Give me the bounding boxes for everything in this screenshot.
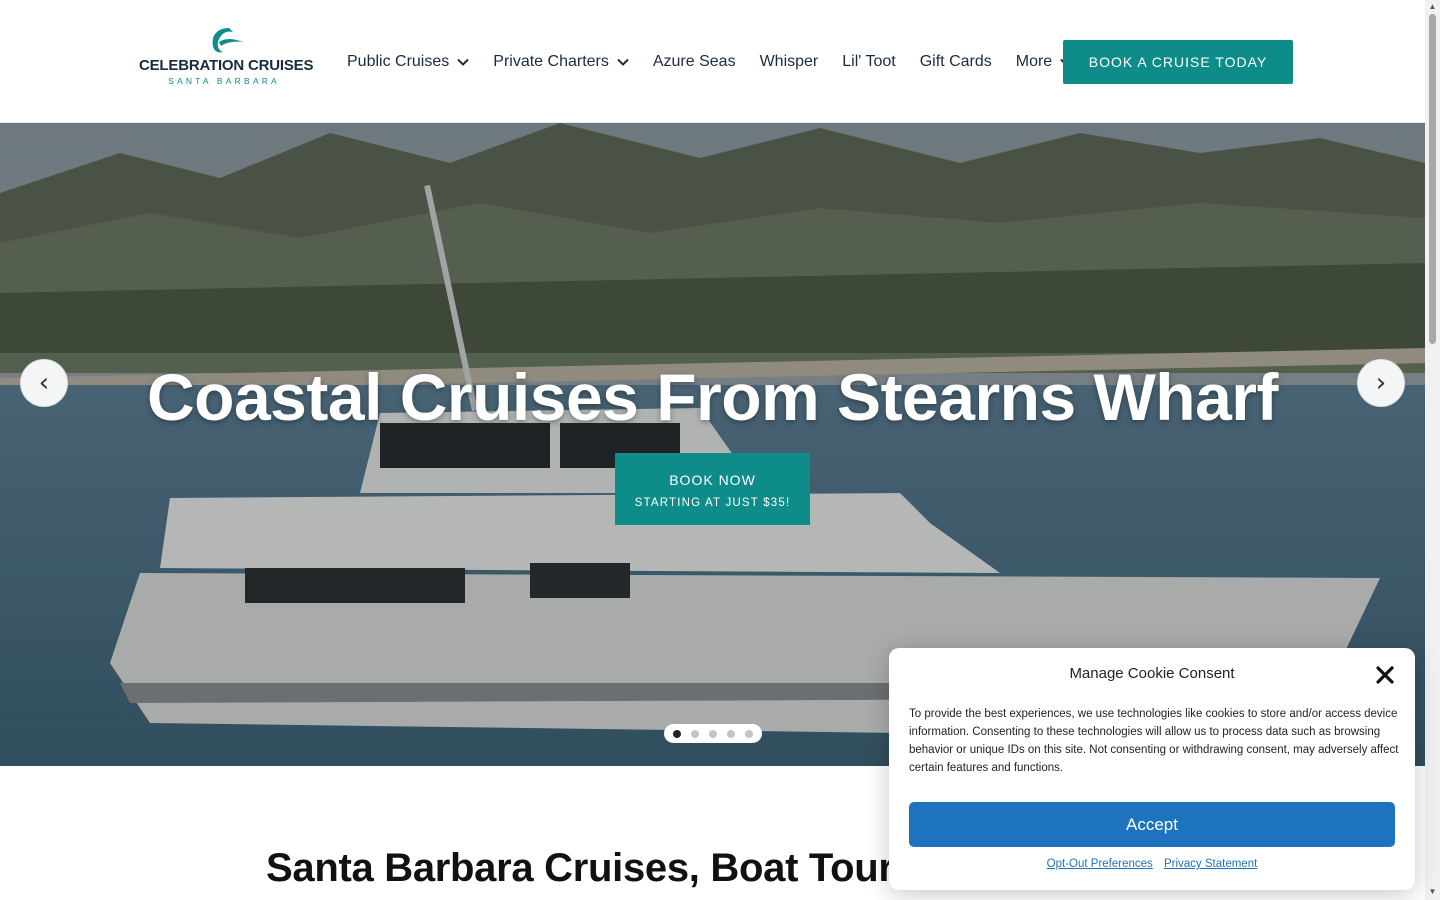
nav-label: More (1015, 53, 1053, 70)
slider-next-button[interactable]: › (1357, 359, 1405, 407)
chevron-down-icon (617, 58, 629, 66)
nav-public-cruises[interactable]: Public Cruises (347, 53, 469, 71)
scroll-up-icon[interactable]: ▲ (1428, 2, 1437, 11)
wave-logo-icon (212, 28, 243, 53)
logo-name: CELEBRATION CRUISES (139, 57, 314, 74)
nav-label: Private Charters (493, 53, 609, 70)
cookie-consent-dialog: Manage Cookie Consent To provide the bes… (889, 648, 1415, 890)
book-now-label: BOOK NOW (669, 471, 756, 488)
slider-dot-5[interactable] (745, 729, 753, 738)
hero-title: Coastal Cruises From Stearns Wharf (147, 360, 1278, 434)
book-now-price: STARTING AT JUST $35! (634, 496, 791, 509)
book-now-button[interactable]: BOOK NOW STARTING AT JUST $35! (615, 453, 810, 525)
slider-dot-3[interactable] (709, 729, 717, 738)
nav-label: Azure Seas (652, 53, 736, 70)
chevron-right-icon: › (1375, 368, 1387, 398)
cookie-title: Manage Cookie Consent (1069, 665, 1235, 682)
opt-out-preferences-link[interactable]: Opt-Out Preferences (1047, 858, 1153, 870)
cookie-description: To provide the best experiences, we use … (909, 708, 1399, 774)
slider-dot-4[interactable] (727, 729, 735, 738)
nav-azure-seas[interactable]: Azure Seas (653, 53, 736, 71)
slider-dots (664, 724, 762, 743)
page-scrollbar[interactable]: ▲ ▼ (1425, 0, 1440, 900)
cookie-links: Opt-Out Preferences Privacy Statement (889, 858, 1415, 870)
nav-private-charters[interactable]: Private Charters (493, 53, 629, 71)
main-nav: Public Cruises Private Charters Azure Se… (347, 50, 1072, 74)
nav-whisper[interactable]: Whisper (760, 53, 819, 71)
site-logo[interactable]: CELEBRATION CRUISES SANTA BARBARA (139, 26, 314, 88)
slider-dot-1[interactable] (673, 729, 681, 738)
book-cruise-button[interactable]: BOOK A CRUISE TODAY (1063, 40, 1293, 84)
scrollbar-thumb[interactable] (1429, 14, 1436, 344)
scroll-down-icon[interactable]: ▼ (1428, 887, 1437, 896)
nav-label: Gift Cards (919, 53, 992, 70)
nav-label: Lil' Toot (842, 53, 896, 70)
nav-lil-toot[interactable]: Lil' Toot (842, 53, 895, 71)
nav-label: Whisper (759, 53, 819, 70)
nav-label: Public Cruises (347, 53, 450, 70)
slider-dot-2[interactable] (691, 729, 699, 738)
privacy-statement-link[interactable]: Privacy Statement (1164, 858, 1257, 870)
accept-cookies-button[interactable]: Accept (909, 802, 1395, 847)
slider-prev-button[interactable]: ‹ (20, 359, 68, 407)
chevron-left-icon: ‹ (38, 368, 50, 398)
chevron-down-icon (457, 58, 469, 66)
logo-tagline: SANTA BARBARA (168, 76, 280, 86)
close-icon[interactable] (1374, 664, 1396, 686)
site-header: CELEBRATION CRUISES SANTA BARBARA Public… (0, 0, 1425, 123)
nav-gift-cards[interactable]: Gift Cards (920, 53, 992, 71)
